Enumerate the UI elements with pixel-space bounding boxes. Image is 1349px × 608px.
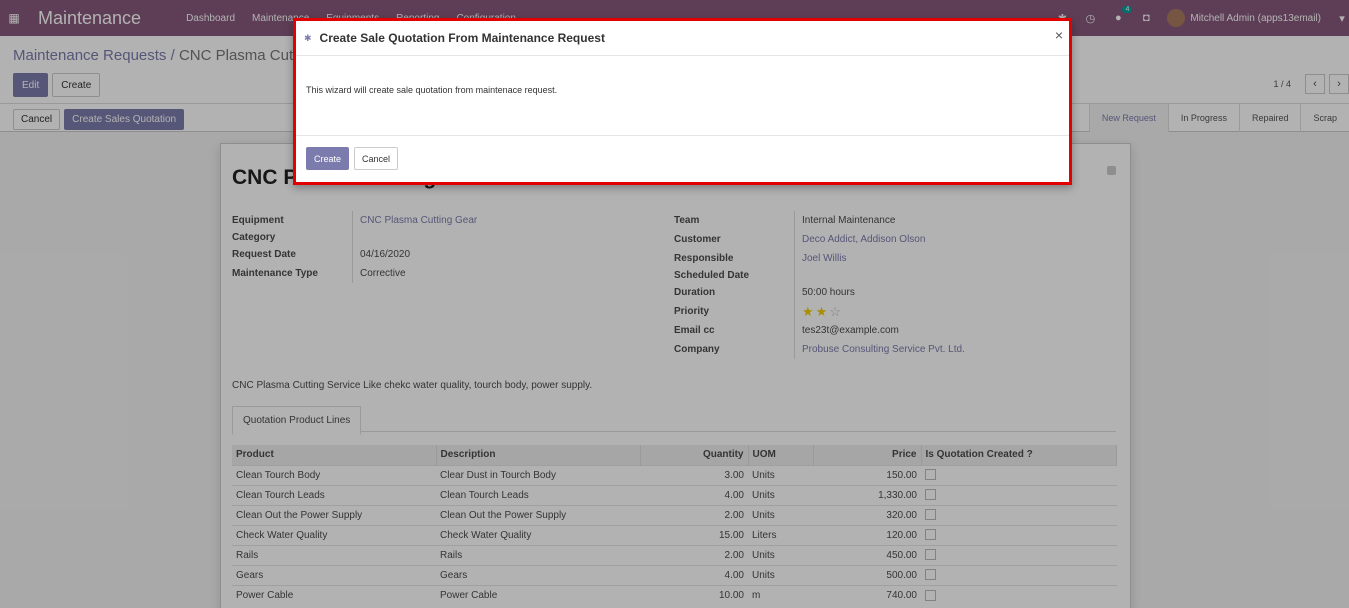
create-quotation-dialog: ✱ Create Sale Quotation From Maintenance… [293, 18, 1072, 185]
dialog-cancel-button[interactable]: Cancel [354, 147, 399, 170]
dialog-message: This wizard will create sale quotation f… [306, 85, 558, 95]
dialog-header: ✱ Create Sale Quotation From Maintenance… [296, 21, 1069, 56]
close-icon[interactable]: × [1055, 27, 1063, 43]
dialog-footer: Create Cancel [296, 136, 1069, 181]
bug-icon: ✱ [304, 32, 312, 43]
dialog-create-button[interactable]: Create [306, 147, 350, 170]
dialog-title: Create Sale Quotation From Maintenance R… [319, 31, 605, 45]
dialog-body: This wizard will create sale quotation f… [296, 56, 1069, 136]
